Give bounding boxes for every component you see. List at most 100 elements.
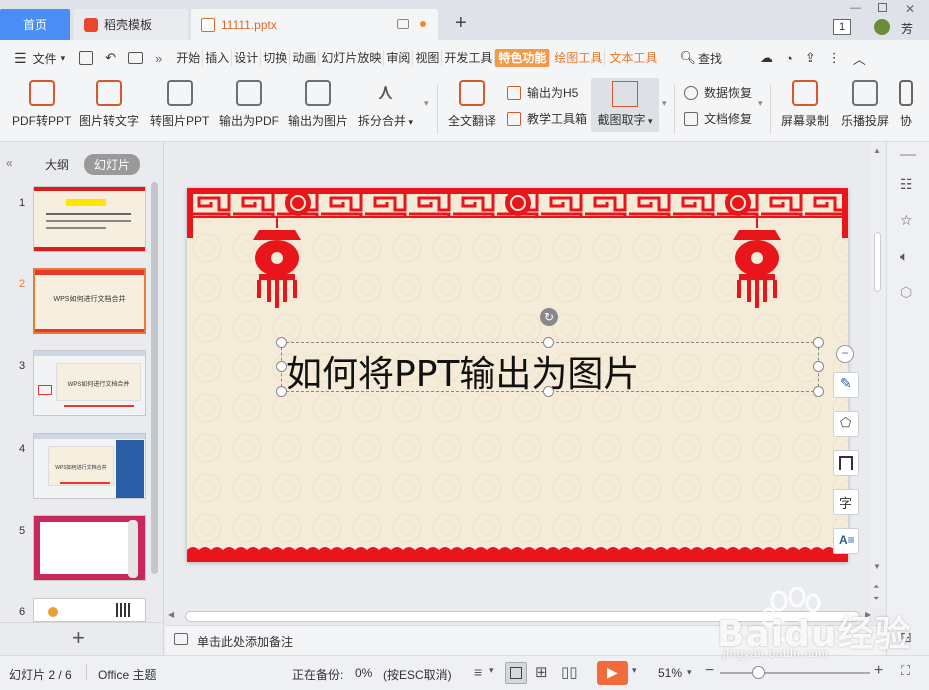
chevron-down-icon[interactable]: ▾ [687, 667, 692, 678]
normal-view-button[interactable] [505, 662, 527, 684]
ribbon-group-chevron-icon[interactable]: ▾ [662, 98, 667, 109]
collapse-panel-icon[interactable]: « [6, 156, 13, 170]
collab-button[interactable]: 协 [899, 80, 913, 129]
history-icon[interactable]: ◔ [785, 51, 793, 66]
slide-thumb-4[interactable]: WPS如何进行文档合并 [33, 433, 146, 499]
doc-repair-button[interactable]: 文档修复 [684, 110, 752, 127]
zoom-in-icon[interactable]: + [874, 662, 883, 680]
menu-item[interactable]: 视图 [413, 50, 443, 66]
image-to-text-button[interactable]: 图片转文字 [79, 80, 139, 129]
slide-thumb-6[interactable] [33, 598, 146, 622]
horizontal-scroll-thumb[interactable] [185, 611, 860, 622]
export-h5-button[interactable]: 输出为H5 [507, 84, 578, 101]
resize-handle[interactable] [813, 337, 824, 348]
notes-toggle-icon[interactable]: ≡ [474, 664, 482, 680]
screen-icon[interactable] [397, 19, 409, 29]
reading-view-icon[interactable]: ▯▯ [561, 663, 578, 681]
export-pdf-button[interactable]: 输出为PDF [219, 80, 279, 129]
share-icon[interactable]: ⇪ [805, 50, 816, 66]
new-tab-plus-icon[interactable]: + [455, 12, 467, 35]
more-icon[interactable]: ⋮ [828, 50, 841, 66]
resize-handle[interactable] [543, 386, 554, 397]
export-image-button[interactable]: 输出为图片 [288, 80, 348, 129]
scroll-down-icon[interactable]: ▼ [873, 562, 881, 571]
slide-thumb-2[interactable]: WPS如何进行文档合并 [33, 268, 146, 334]
notes-pane[interactable]: 单击此处添加备注 [165, 625, 885, 655]
save-icon[interactable] [79, 51, 94, 65]
resize-handle[interactable] [276, 337, 287, 348]
notes-placeholder[interactable]: 单击此处添加备注 [197, 633, 293, 650]
data-recovery-button[interactable]: 数据恢复 [684, 84, 752, 101]
cast-button[interactable]: 乐播投屏 [841, 80, 889, 129]
slide[interactable]: 如何将PPT输出为图片 ↻ [187, 188, 848, 562]
next-page-icon[interactable]: ⏷ [873, 594, 879, 604]
collapse-tools-icon[interactable]: − [836, 345, 854, 363]
menu-drawing-tools[interactable]: 绘图工具 [552, 50, 606, 66]
prev-page-icon[interactable]: ⏶ [873, 582, 879, 592]
vertical-scrollbar[interactable]: ▲ ▼ ⏶ ⏷ [870, 142, 885, 608]
tab-document[interactable]: 11111.pptx [191, 9, 438, 40]
search-label[interactable]: 查找 [698, 50, 722, 67]
outline-tab[interactable]: 大纲 [45, 156, 69, 173]
window-count-badge[interactable]: 1 [833, 19, 851, 35]
menu-text-tools[interactable]: 文本工具 [607, 50, 659, 66]
horizontal-scrollbar[interactable]: ◀ ▶ [165, 608, 885, 625]
add-slide-plus-icon[interactable]: + [72, 625, 85, 651]
resize-handle[interactable] [813, 361, 824, 372]
ribbon-group-chevron-icon[interactable]: ▾ [758, 98, 763, 109]
outline-button[interactable] [833, 450, 859, 476]
zoom-level[interactable]: 51% [658, 666, 682, 680]
chevron-down-icon[interactable]: ▾ [632, 665, 637, 676]
scroll-up-icon[interactable]: ▲ [873, 146, 881, 155]
minimize-icon[interactable]: — [850, 2, 861, 14]
resize-handle[interactable] [543, 337, 554, 348]
undo-icon[interactable]: ↶ [105, 50, 116, 66]
screenshot-ocr-button[interactable]: 截图取字 ▾ [591, 78, 659, 132]
translate-button[interactable]: 全文翻译 [448, 80, 496, 129]
screen-record-button[interactable]: 屏幕录制 [781, 80, 829, 129]
cloud-icon[interactable]: ☁ [760, 50, 773, 66]
speaker-icon[interactable]: 🔈︎ [900, 248, 908, 265]
pdf-to-ppt-button[interactable]: PDF转PPT [12, 80, 71, 129]
menu-item[interactable]: 开始 [174, 50, 204, 66]
menu-item[interactable]: 审阅 [384, 50, 414, 66]
properties-sliders-icon[interactable]: ☷ [900, 176, 913, 193]
menu-item[interactable]: 幻灯片放映 [319, 50, 385, 66]
zoom-out-icon[interactable]: − [705, 662, 714, 680]
fill-button[interactable]: ⬠ [833, 411, 859, 437]
tab-template[interactable]: 稻壳模板 [74, 9, 188, 40]
zoom-slider-thumb[interactable] [752, 666, 765, 679]
tab-home[interactable]: 首页 [0, 9, 70, 40]
collapse-ribbon-icon[interactable]: ︿ [853, 49, 866, 68]
menu-file[interactable]: 文件 [33, 50, 57, 67]
slide-thumb-5[interactable] [33, 515, 146, 581]
play-slideshow-button[interactable]: ▶ [597, 661, 628, 685]
format-brush-button[interactable]: ✎ [833, 372, 859, 398]
more-chevron-icon[interactable]: » [155, 51, 162, 66]
teaching-toolbox-button[interactable]: 教学工具箱 [507, 110, 587, 127]
scroll-right-icon[interactable]: ▶ [865, 610, 871, 619]
menu-special[interactable]: 特色功能 [495, 49, 551, 67]
search-icon[interactable]: 🔍︎ [679, 50, 696, 66]
menu-item[interactable]: 切换 [261, 50, 291, 66]
fit-window-icon[interactable]: ⛶ [901, 663, 910, 679]
chevron-down-icon[interactable]: ▾ [61, 53, 66, 64]
image-ppt-button[interactable]: 转图片PPT [150, 80, 209, 129]
panel-scrollbar[interactable] [151, 182, 158, 574]
text-style-button[interactable]: 字 [833, 489, 859, 515]
menu-item[interactable]: 动画 [290, 50, 320, 66]
menu-item[interactable]: 开发工具 [442, 50, 496, 66]
star-icon[interactable]: ☆ [900, 212, 913, 229]
rotate-handle-icon[interactable]: ↻ [540, 308, 558, 326]
slide-title[interactable]: 如何将PPT输出为图片 [286, 345, 639, 397]
split-merge-button[interactable]: ⋏ 拆分合并 ▾ [358, 80, 413, 129]
hamburger-icon[interactable]: ☰ [14, 50, 27, 67]
menu-item[interactable]: 设计 [232, 50, 262, 66]
slides-tab[interactable]: 幻灯片 [84, 154, 141, 175]
scroll-left-icon[interactable]: ◀ [168, 610, 174, 619]
resize-handle[interactable] [276, 386, 287, 397]
text-layout-button[interactable]: A≡ [833, 528, 859, 554]
title-textbox[interactable]: 如何将PPT输出为图片 [281, 342, 819, 395]
sorter-view-icon[interactable]: ⊞ [535, 663, 548, 681]
resize-handle[interactable] [276, 361, 287, 372]
